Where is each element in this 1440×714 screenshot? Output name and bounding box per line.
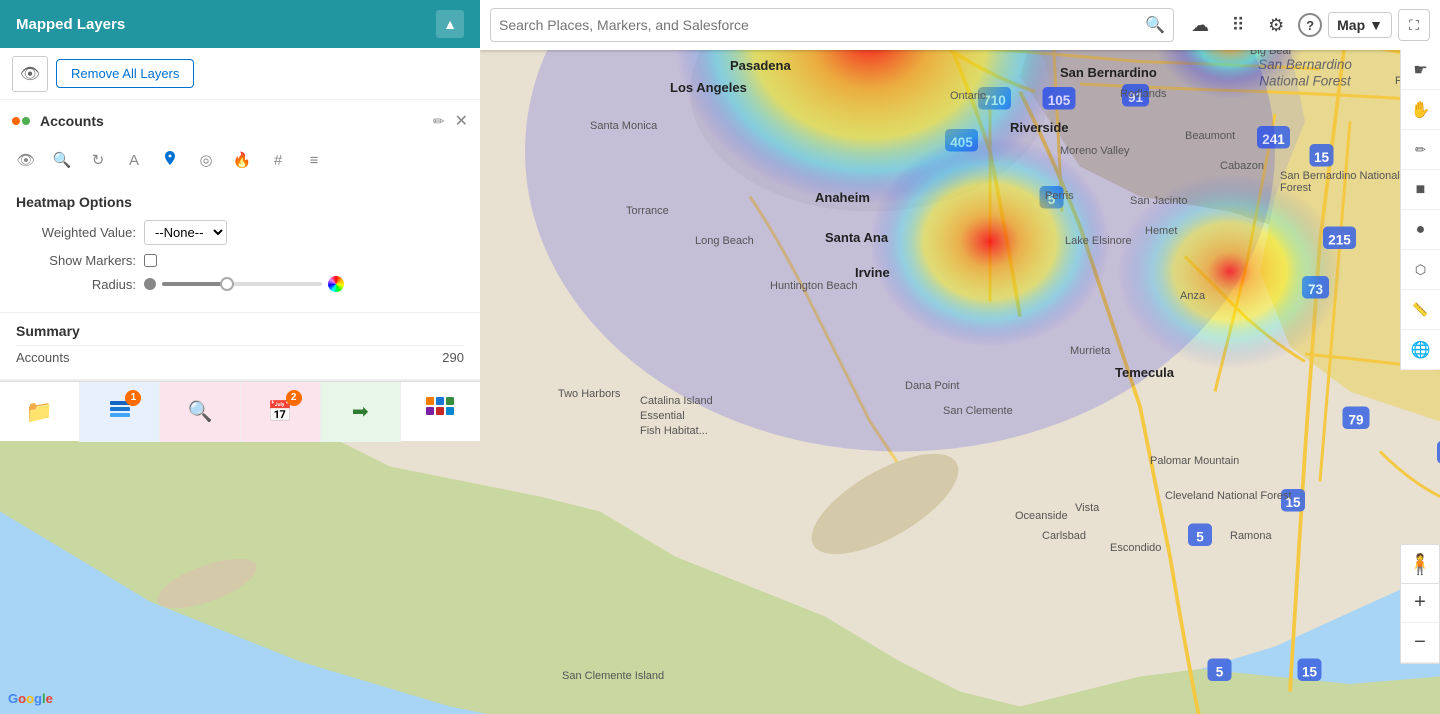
svg-text:5: 5: [1216, 665, 1224, 680]
viz-fire-icon[interactable]: 🔥: [228, 146, 256, 174]
fullscreen-button[interactable]: ⛶: [1398, 9, 1430, 41]
map-selector-label: Map: [1337, 17, 1365, 33]
folder-icon: 📁: [26, 399, 53, 425]
zoom-in-button[interactable]: +: [1400, 583, 1440, 623]
circle-tool[interactable]: ●: [1401, 210, 1440, 250]
svg-text:5: 5: [1196, 530, 1204, 545]
layer-viz-icons: 👁 🔍 ↻ A ◎ 🔥 # ≡: [0, 142, 480, 182]
map-selector[interactable]: Map ▼: [1328, 12, 1392, 38]
cursor-tool[interactable]: ☛: [1401, 50, 1440, 90]
svg-text:15: 15: [1285, 495, 1301, 510]
menu-icon: [426, 397, 454, 427]
left-panel: Mapped Layers ▲ 👁 Remove All Layers Acco…: [0, 0, 480, 441]
show-markers-label: Show Markers:: [16, 253, 136, 268]
shape-tool[interactable]: ■: [1401, 170, 1440, 210]
measure-tool[interactable]: 📏: [1401, 290, 1440, 330]
collapse-button[interactable]: ▲: [436, 10, 464, 38]
viz-list-icon[interactable]: ≡: [300, 146, 328, 174]
radius-label: Radius:: [16, 277, 136, 292]
calendar-badge: 2: [286, 390, 302, 406]
radius-min-indicator: [144, 278, 156, 290]
calendar-tool[interactable]: 📅 2: [241, 382, 321, 442]
remove-all-layers-button[interactable]: Remove All Layers: [56, 59, 194, 88]
summary-row: Accounts 290: [16, 345, 464, 369]
layer-controls-bar: 👁 Remove All Layers: [0, 48, 480, 100]
summary-title: Summary: [16, 323, 464, 339]
viz-search-icon[interactable]: 🔍: [48, 146, 76, 174]
menu-tool[interactable]: [401, 382, 480, 442]
accounts-layer-icon: [12, 110, 34, 132]
top-bar-icons: ☁ ⠿ ⚙ ?: [1184, 9, 1322, 41]
pegman-icon[interactable]: 🧍: [1400, 544, 1440, 584]
top-bar: 🔍 ☁ ⠿ ⚙ ? Map ▼ ⛶: [480, 0, 1440, 50]
layer-item: Accounts ✏ ✕ 👁 🔍 ↻ A ◎ 🔥 # ≡ Heatmap Opt…: [0, 100, 480, 381]
polygon-tool[interactable]: ⬡: [1401, 250, 1440, 290]
summary-section: Summary Accounts 290: [0, 313, 480, 380]
folder-tool[interactable]: 📁: [0, 382, 80, 442]
weighted-value-label: Weighted Value:: [16, 225, 136, 240]
mapped-layers-header: Mapped Layers ▲: [0, 0, 480, 48]
svg-text:15: 15: [1302, 665, 1318, 680]
viz-text-icon[interactable]: A: [120, 146, 148, 174]
mapped-layers-title: Mapped Layers: [16, 16, 125, 33]
show-markers-row: Show Markers:: [16, 253, 464, 268]
viz-refresh-icon[interactable]: ↻: [84, 146, 112, 174]
route-tool[interactable]: ➡: [321, 382, 401, 442]
hide-layers-button[interactable]: 👁: [12, 56, 48, 92]
layer-name: Accounts: [40, 113, 427, 129]
heatmap-options-section: Heatmap Options Weighted Value: --None--…: [0, 182, 480, 313]
viz-hash-icon[interactable]: #: [264, 146, 292, 174]
search-tool[interactable]: 🔍: [160, 382, 240, 442]
radius-row: Radius:: [16, 276, 464, 292]
search-icon[interactable]: 🔍: [1145, 15, 1165, 35]
summary-accounts-value: 290: [442, 350, 464, 365]
layers-badge: 1: [125, 390, 141, 406]
hand-tool[interactable]: ✋: [1401, 90, 1440, 130]
edit-layer-button[interactable]: ✏: [433, 113, 445, 130]
settings-icon[interactable]: ⚙: [1260, 9, 1292, 41]
viz-target-icon[interactable]: ◎: [192, 146, 220, 174]
summary-accounts-label: Accounts: [16, 350, 69, 365]
zoom-controls: + −: [1400, 582, 1440, 664]
cloud-icon[interactable]: ☁: [1184, 9, 1216, 41]
svg-text:15: 15: [1314, 150, 1330, 165]
zoom-out-button[interactable]: −: [1400, 623, 1440, 663]
viz-pin-icon[interactable]: [156, 146, 184, 174]
help-icon[interactable]: ?: [1298, 13, 1322, 37]
globe-tool[interactable]: 🌐: [1401, 330, 1440, 370]
draw-tool[interactable]: ✏: [1401, 130, 1440, 170]
heatmap-options-title: Heatmap Options: [16, 194, 464, 210]
bottom-toolbar: 📁 1 🔍 📅 2 ➡: [0, 381, 480, 441]
right-toolbar: ☛ ✋ ✏ ■ ● ⬡ 📏 🌐: [1400, 50, 1440, 370]
map-selector-chevron: ▼: [1369, 17, 1383, 33]
weighted-value-select[interactable]: --None--: [144, 220, 227, 245]
search-bottom-icon: 🔍: [187, 399, 212, 424]
radius-max-indicator: [328, 276, 344, 292]
radius-slider[interactable]: [162, 282, 322, 286]
search-input[interactable]: [499, 17, 1145, 33]
route-icon: ➡: [352, 399, 369, 424]
dots-icon[interactable]: ⠿: [1222, 9, 1254, 41]
radius-slider-container: [144, 276, 344, 292]
layer-item-header: Accounts ✏ ✕: [0, 100, 480, 142]
search-container: 🔍: [490, 8, 1174, 42]
svg-text:79: 79: [1348, 413, 1363, 428]
show-markers-checkbox[interactable]: [144, 254, 157, 267]
weighted-value-row: Weighted Value: --None--: [16, 220, 464, 245]
viz-eye-icon[interactable]: 👁: [12, 146, 40, 174]
close-layer-button[interactable]: ✕: [455, 111, 468, 131]
eye-icon: 👁: [20, 64, 40, 84]
layers-tool[interactable]: 1: [80, 382, 160, 442]
google-logo: Google: [8, 691, 53, 706]
